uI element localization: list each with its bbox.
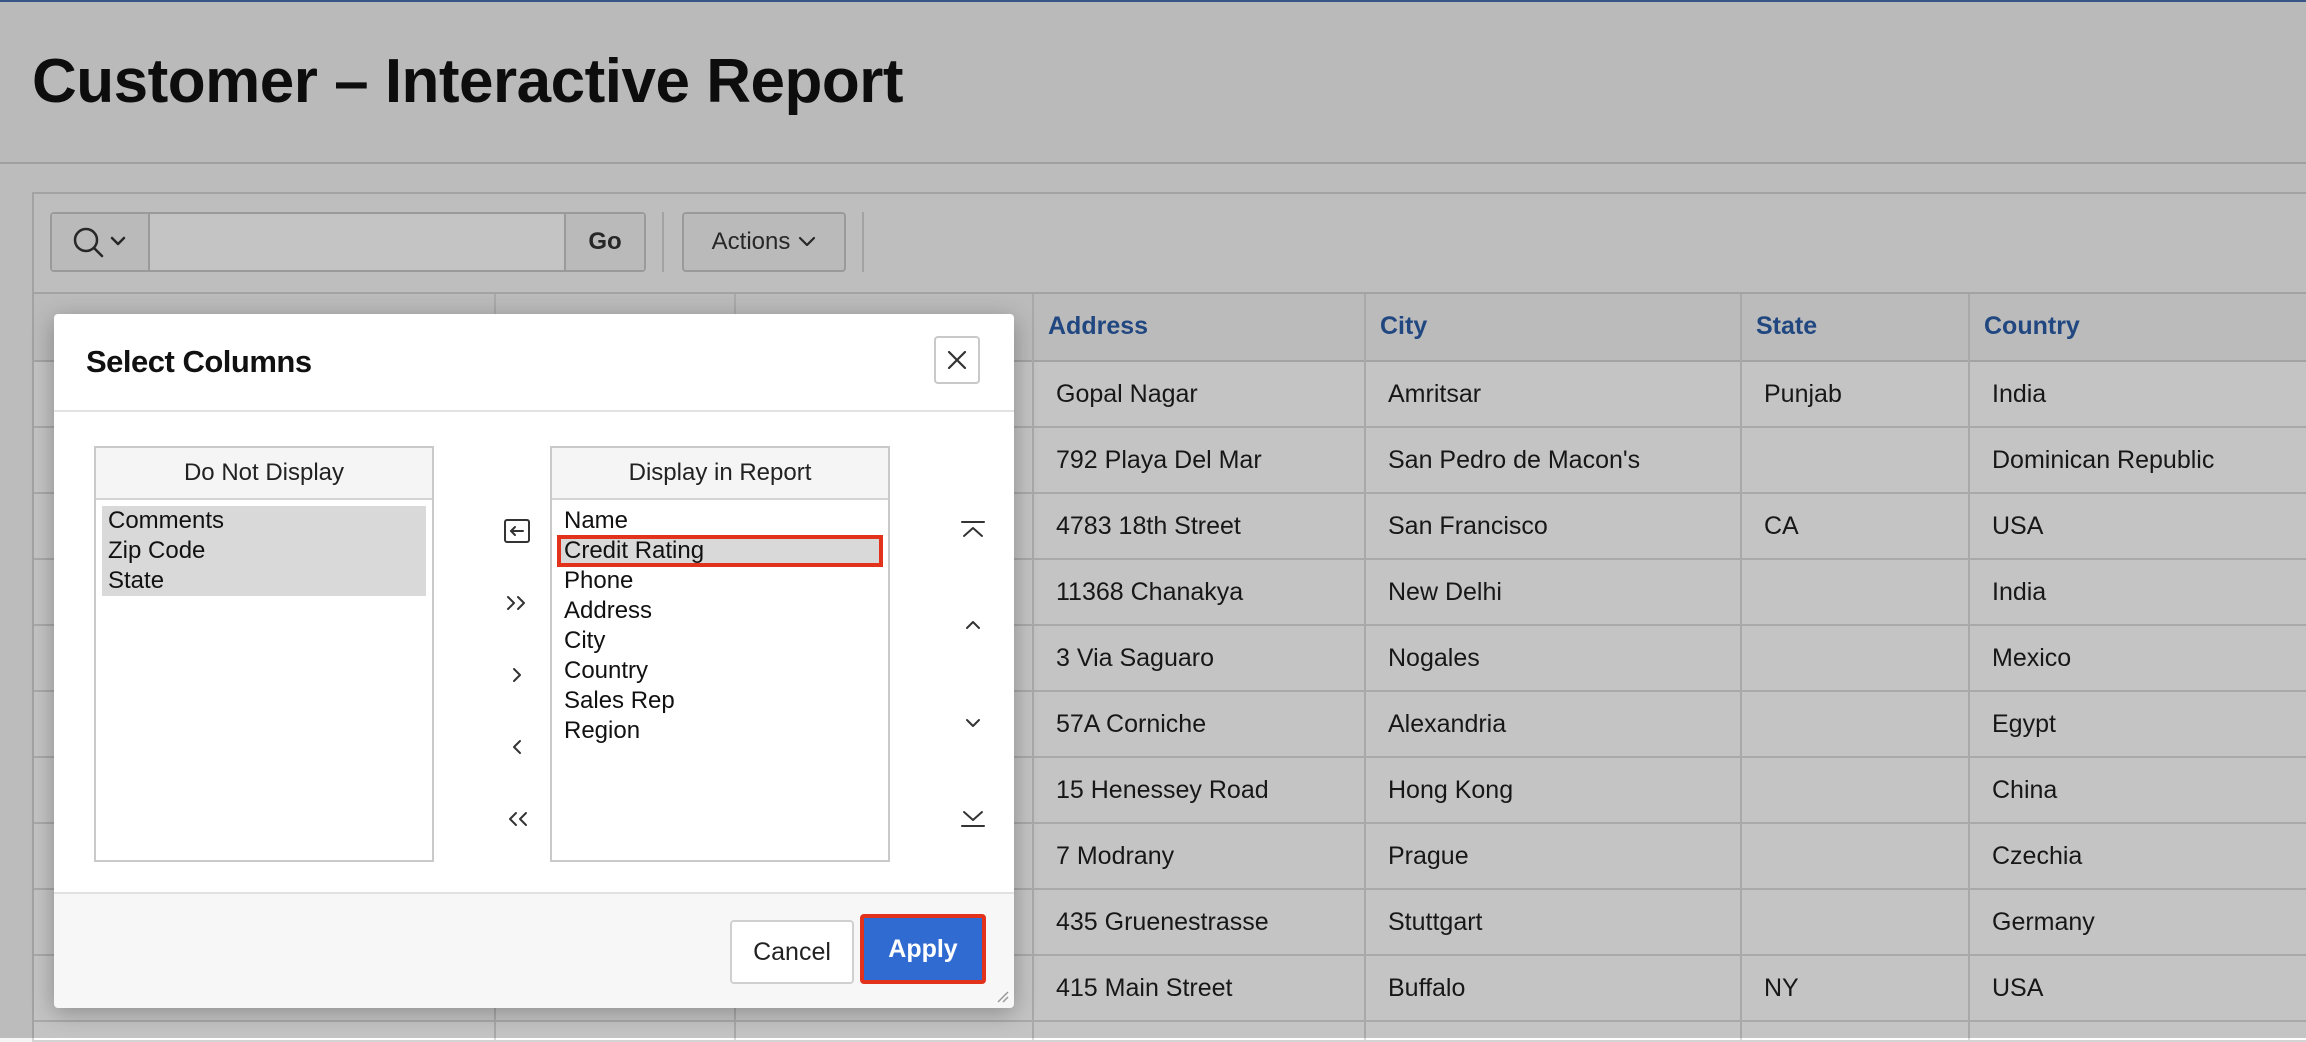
list-item[interactable]: Country <box>558 656 882 686</box>
move-down-button[interactable] <box>948 698 998 748</box>
chevron-down-icon <box>966 719 980 727</box>
reset-icon <box>504 519 530 543</box>
chevron-right-icon <box>513 668 521 682</box>
list-item[interactable]: Comments <box>102 506 426 536</box>
reset-button[interactable] <box>492 506 542 556</box>
move-all-left-button[interactable] <box>492 794 542 844</box>
list-item[interactable]: Name <box>558 506 882 536</box>
double-chevron-left-icon <box>509 812 527 826</box>
dialog-footer: Cancel Apply <box>54 892 1014 1008</box>
list-item[interactable]: Sales Rep <box>558 686 882 716</box>
close-icon <box>947 350 967 370</box>
move-bottom-icon <box>961 811 985 827</box>
list-item[interactable]: Zip Code <box>102 536 426 566</box>
move-up-button[interactable] <box>948 600 998 650</box>
move-all-right-button[interactable] <box>492 578 542 628</box>
list-header: Do Not Display <box>96 448 432 500</box>
do-not-display-list[interactable]: Do Not Display Comments Zip Code State <box>94 446 434 862</box>
list-header: Display in Report <box>552 448 888 500</box>
list-item[interactable]: State <box>102 566 426 596</box>
chevron-up-icon <box>966 621 980 629</box>
double-chevron-right-icon <box>507 596 525 610</box>
move-top-button[interactable] <box>948 506 998 556</box>
dialog-title: Select Columns <box>86 344 312 379</box>
list-item[interactable]: Phone <box>558 566 882 596</box>
resize-grip-icon[interactable] <box>994 988 1010 1004</box>
list-item-selected[interactable]: Credit Rating <box>557 535 883 567</box>
move-left-button[interactable] <box>492 722 542 772</box>
move-bottom-button[interactable] <box>948 792 998 842</box>
apply-button[interactable]: Apply <box>860 914 986 984</box>
cancel-button[interactable]: Cancel <box>730 920 854 984</box>
select-columns-dialog: Select Columns Do Not Display Comments Z… <box>54 314 1014 1008</box>
close-button[interactable] <box>934 336 980 384</box>
chevron-left-icon <box>513 740 521 754</box>
display-in-report-list[interactable]: Display in Report Name Credit Rating Pho… <box>550 446 890 862</box>
dialog-header: Select Columns <box>54 314 1014 412</box>
list-item[interactable]: Address <box>558 596 882 626</box>
list-item[interactable]: Region <box>558 716 882 746</box>
move-right-button[interactable] <box>492 650 542 700</box>
list-item[interactable]: City <box>558 626 882 656</box>
move-top-icon <box>961 521 985 537</box>
